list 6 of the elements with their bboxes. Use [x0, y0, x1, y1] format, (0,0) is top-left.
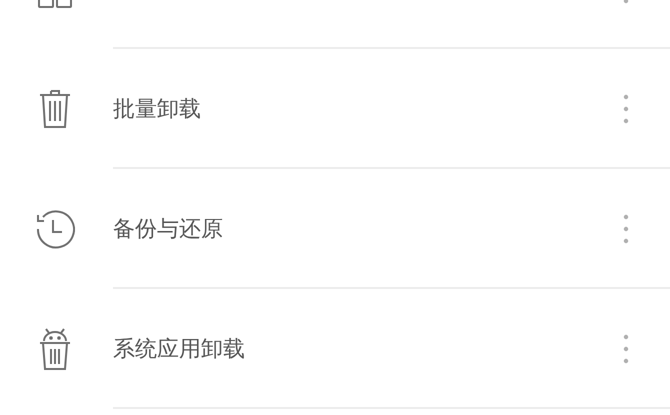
more-options-icon[interactable] [623, 214, 629, 244]
more-options-icon[interactable] [623, 334, 629, 364]
menu-item-label[interactable]: 批量卸载 [113, 94, 623, 124]
more-options-icon[interactable] [623, 94, 629, 124]
menu-item-label[interactable]: 备份与还原 [113, 214, 623, 244]
menu-item-label[interactable]: 系统应用卸载 [113, 334, 623, 364]
